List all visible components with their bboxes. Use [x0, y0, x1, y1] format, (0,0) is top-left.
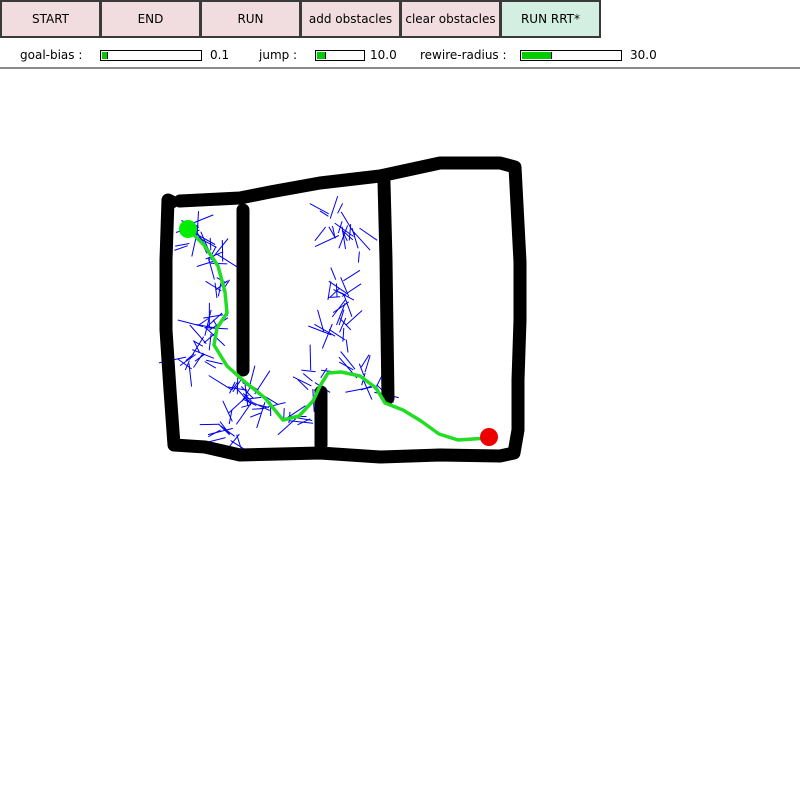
start-node: [179, 220, 197, 238]
tree-edge: [341, 283, 362, 297]
tree-edge: [301, 369, 316, 373]
tree-edge: [302, 373, 313, 382]
tree-edge: [358, 363, 365, 376]
tree-edge: [345, 339, 349, 353]
tree-edge: [196, 260, 215, 267]
tree-edge: [174, 245, 188, 251]
tree-edge: [205, 280, 222, 292]
tree-edge: [196, 211, 199, 233]
tree-edge: [210, 262, 228, 265]
tree-edge: [343, 293, 353, 317]
tree-edge: [338, 361, 354, 371]
tree-edge: [329, 195, 339, 219]
tree-edge: [321, 323, 333, 349]
tree-edge: [309, 203, 329, 215]
tree-edge: [309, 344, 312, 371]
tree-edge: [335, 283, 338, 297]
tree-edge: [209, 237, 212, 251]
tree-edge: [249, 412, 262, 418]
tree-edge: [198, 317, 209, 326]
tree-edge: [208, 375, 233, 391]
tree-edge: [359, 227, 378, 241]
tree-edge: [328, 226, 336, 239]
goal-node: [480, 428, 498, 446]
planning-canvas[interactable]: [0, 0, 800, 800]
tree-edge: [192, 349, 215, 359]
tree-edge: [208, 429, 221, 438]
obstacle-inner-wall-middle: [377, 175, 395, 405]
tree-edge: [330, 267, 337, 280]
tree-edge: [219, 421, 230, 435]
tree-edge: [314, 323, 336, 337]
tree-edge: [357, 251, 360, 263]
tree-edge: [189, 324, 207, 345]
tree-edge: [343, 269, 361, 282]
tree-edge: [345, 310, 363, 326]
tree-edge: [297, 379, 309, 390]
tree-edge: [194, 353, 205, 362]
obstacles: [159, 156, 527, 464]
tree-edge: [232, 379, 242, 393]
tree-edge: [337, 203, 344, 214]
tree-edge: [214, 282, 218, 298]
tree-edge: [332, 301, 350, 314]
tree-edge: [283, 408, 285, 420]
tree-edge: [177, 358, 192, 370]
tree-edge: [277, 418, 297, 436]
obstacle-outer-wall: [159, 156, 527, 464]
tree-edge: [314, 226, 326, 242]
tree-edge: [351, 227, 359, 249]
